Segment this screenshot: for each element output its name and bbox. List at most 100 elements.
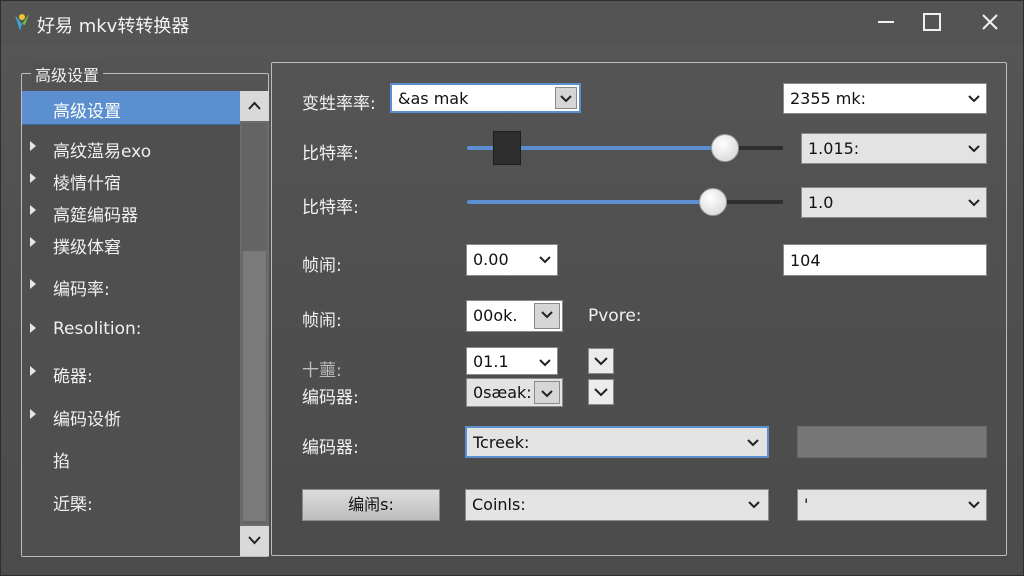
expand-arrow-icon[interactable] (30, 279, 36, 289)
expand-arrow-icon[interactable] (30, 173, 36, 183)
side-label: Pvore: (588, 306, 642, 326)
bitrate2-slider-thumb[interactable] (699, 188, 727, 216)
tree-item[interactable]: 硊器: (22, 358, 240, 388)
combo-value: 01.1 (473, 352, 509, 371)
row-label: 比特率: (302, 144, 359, 164)
combo-value: 1.0 (808, 193, 834, 212)
tree-item-label: 编码率: (53, 280, 110, 300)
tree-item[interactable]: Resolition: (22, 315, 240, 345)
tree-item-label: 近槩: (53, 495, 93, 515)
combo-value: 0sæak: (473, 383, 532, 402)
tree-item-label: 硊器: (53, 367, 93, 387)
dropdown-button[interactable] (534, 381, 560, 404)
format-combo[interactable]: &as mak (390, 83, 581, 113)
expand-arrow-icon[interactable] (30, 323, 36, 333)
tree-item[interactable]: 掐 (22, 443, 240, 473)
close-button[interactable] (967, 3, 1013, 41)
chevron-down-icon (968, 95, 980, 103)
chevron-down-icon (594, 357, 608, 366)
chevron-down-icon (968, 199, 980, 207)
maximize-icon (923, 13, 941, 31)
tree-item[interactable]: 高纹蕰易exo (22, 133, 240, 163)
expand-arrow-icon[interactable] (30, 409, 36, 419)
tree-item-label: 撲级体窘 (53, 238, 121, 258)
dropdown-button[interactable] (534, 303, 560, 329)
close-icon (982, 14, 998, 30)
framerate-combo[interactable]: 0.00 (466, 244, 558, 276)
tree-item[interactable]: 棱情什宿 (22, 165, 240, 195)
tree-scrollbar[interactable] (240, 91, 269, 556)
input-value: 104 (790, 251, 821, 270)
maximize-button[interactable] (909, 3, 955, 41)
combo-value: 1.015: (808, 139, 860, 158)
bitrate2-slider-fill (467, 200, 713, 204)
tree-item[interactable]: 近槩: (22, 486, 240, 516)
expand-arrow-icon[interactable] (30, 141, 36, 151)
minimize-icon (878, 21, 894, 23)
bitrate2-combo[interactable]: 1.0 (801, 187, 987, 218)
encoder2-combo[interactable]: Tcreek: (465, 426, 769, 458)
tree-item[interactable]: 编码率: (22, 271, 240, 301)
combo-value: 00ok. (473, 306, 518, 325)
extra-combo[interactable]: ' (797, 489, 987, 521)
bitrate-slider-marker[interactable] (493, 131, 521, 165)
app-logo-icon (15, 14, 29, 31)
value-input[interactable]: 104 (783, 244, 987, 276)
chevron-down-icon (560, 95, 572, 103)
tree-item-label: 掐 (53, 452, 70, 472)
combo-value: &as mak (398, 89, 469, 108)
framerate2-combo[interactable]: 00ok. (466, 300, 563, 332)
chevron-down-icon (968, 501, 980, 509)
row-label: 比特率: (302, 198, 359, 218)
expand-arrow-icon[interactable] (30, 205, 36, 215)
dropdown-toggle[interactable] (588, 348, 614, 374)
tree-item-label: Resolition: (53, 319, 142, 339)
app-window: 好易 mkv转转换器 高级设置 高级设置 高纹蕰易exo 棱情什宿 高筵编码器 … (0, 0, 1024, 576)
bitrate-combo[interactable]: 1.015: (801, 133, 987, 164)
chevron-down-icon (539, 359, 551, 367)
tree-item-label: 高级设置 (53, 102, 121, 122)
dropdown-button[interactable] (555, 87, 577, 109)
row-label: 编码器: (302, 438, 359, 458)
expand-arrow-icon[interactable] (30, 366, 36, 376)
tree-item[interactable]: 高筵编码器 (22, 197, 240, 227)
bitrate-slider-thumb[interactable] (711, 134, 739, 162)
tree-item[interactable]: 撲级体窘 (22, 229, 240, 259)
row-label: 帧闹: (302, 256, 342, 276)
tree-item-selected[interactable]: 高级设置 (22, 91, 240, 125)
tree-item-label: 棱情什宿 (53, 174, 121, 194)
minimize-button[interactable] (863, 3, 909, 41)
disabled-field (797, 426, 987, 458)
chevron-down-icon (748, 501, 760, 509)
combo-value: ' (804, 495, 809, 514)
title-bar: 好易 mkv转转换器 (1, 1, 1023, 45)
chevron-down-icon (541, 390, 553, 398)
row-label: 变甡率率: (302, 94, 376, 114)
chevron-down-icon (541, 311, 553, 319)
combo-value: 2355 mk: (790, 89, 867, 108)
scroll-down-button[interactable] (240, 526, 269, 556)
group-title: 高级设置 (31, 62, 104, 86)
chevron-down-icon (747, 439, 759, 447)
encoder-combo[interactable]: 0sæak: (466, 378, 563, 407)
chevron-down-icon (248, 536, 261, 545)
combo-value: Tcreek: (473, 433, 530, 452)
window-title: 好易 mkv转转换器 (37, 16, 190, 37)
option-combo[interactable]: 01.1 (466, 347, 558, 375)
chevron-down-icon (594, 388, 608, 397)
scrollbar-thumb[interactable] (243, 251, 266, 521)
dropdown-toggle[interactable] (588, 379, 614, 405)
row-label: 编码器: (302, 388, 359, 408)
combo-value: 0.00 (473, 250, 509, 269)
expand-arrow-icon[interactable] (30, 237, 36, 247)
scroll-up-button[interactable] (240, 91, 269, 121)
tree-item-label: 编码设㑜 (53, 410, 121, 430)
chevron-up-icon (248, 101, 261, 110)
tree-item[interactable]: 编码设㑜 (22, 401, 240, 431)
settings-tree: 高级设置 高纹蕰易exo 棱情什宿 高筵编码器 撲级体窘 编码率: Resoli… (22, 91, 240, 556)
codec-combo[interactable]: Coinls: (465, 489, 769, 521)
chevron-down-icon (539, 256, 551, 264)
action-button[interactable]: 编闹s: (302, 489, 440, 521)
output-format-combo[interactable]: 2355 mk: (783, 83, 987, 114)
row-label: 帧闹: (302, 311, 342, 331)
